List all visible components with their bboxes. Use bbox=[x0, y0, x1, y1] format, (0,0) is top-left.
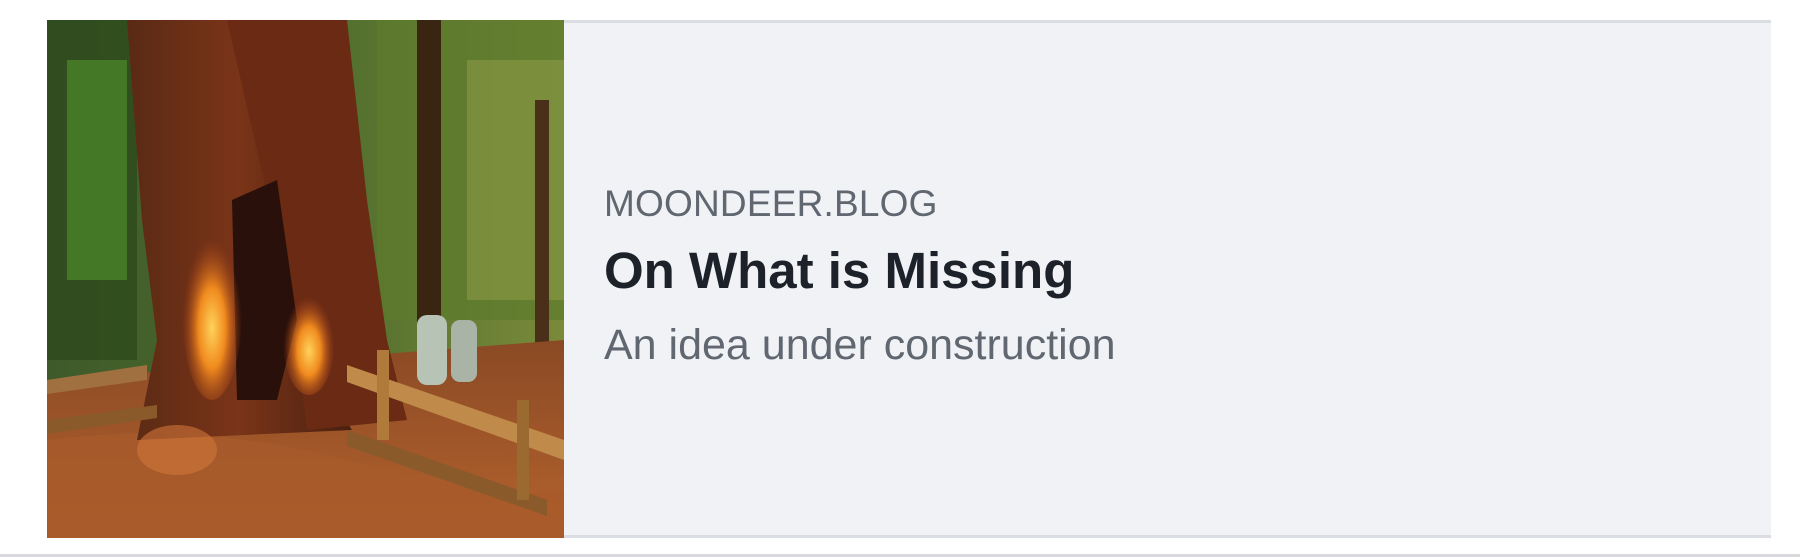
link-title[interactable]: On What is Missing bbox=[604, 241, 1074, 300]
link-preview-card[interactable]: MOONDEER.BLOG On What is Missing An idea… bbox=[47, 20, 1771, 538]
link-description: An idea under construction bbox=[604, 321, 1116, 369]
preview-text-area[interactable]: MOONDEER.BLOG On What is Missing An idea… bbox=[564, 20, 1771, 538]
link-domain: MOONDEER.BLOG bbox=[604, 183, 938, 224]
forest-fire-image bbox=[47, 20, 564, 538]
preview-image[interactable] bbox=[47, 20, 564, 538]
